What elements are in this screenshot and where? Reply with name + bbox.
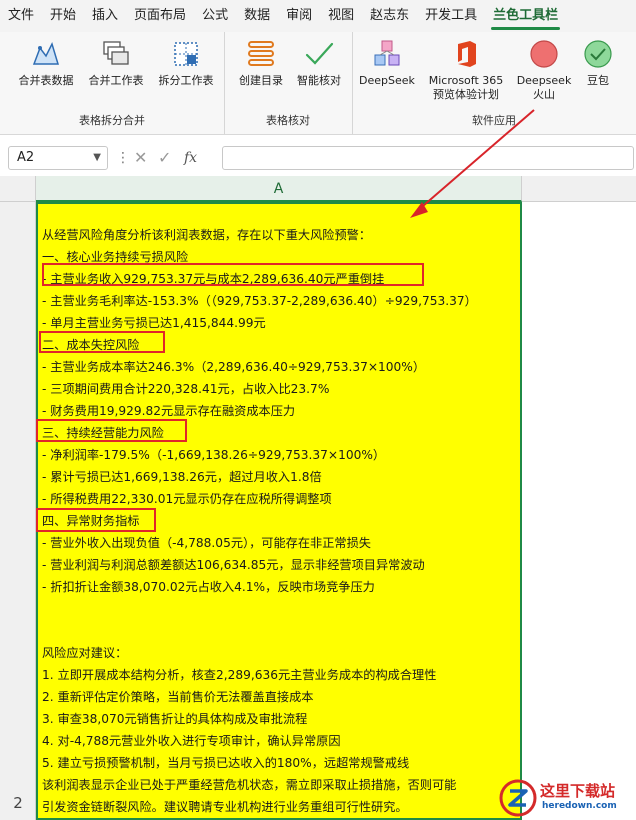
red-circle-icon xyxy=(530,40,558,68)
microsoft365-button[interactable]: Microsoft 365 预览体验计划 xyxy=(422,38,510,102)
cell-line: 2. 重新评估定价策略，当前售价无法覆盖直接成本 xyxy=(42,690,314,704)
deepseek-volcano-button[interactable]: Deepseek 火山 xyxy=(512,38,576,102)
watermark-logo-icon xyxy=(499,779,537,817)
office-logo-icon xyxy=(458,41,476,67)
menu-file[interactable]: 文件 xyxy=(0,0,42,32)
watermark-title: 这里下载站 xyxy=(540,782,616,800)
name-box[interactable]: A2 ▼ xyxy=(8,146,108,170)
cell-line: 5. 建立亏损预警机制，当月亏损已达收入的180%，远超常规警戒线 xyxy=(42,756,410,770)
cubes-icon xyxy=(374,40,400,66)
cell-line: 风险应对建议： xyxy=(42,646,128,660)
menu-page-layout[interactable]: 页面布局 xyxy=(126,0,194,32)
group-label-software: 软件应用 xyxy=(472,114,516,127)
ribbon: 合并表数据 合并工作表 拆分工作表 表格拆分合并 创建目录 智能核对 表格核对 … xyxy=(0,32,636,135)
menu-user[interactable]: 赵志东 xyxy=(362,0,417,32)
cell-line: 1. 立即开展成本结构分析，核查2,289,636元主营业务成本的构成合理性 xyxy=(42,668,437,682)
cell-line: - 累计亏损已达1,669,138.26元，超过月收入1.8倍 xyxy=(42,470,322,484)
group-label-split-merge: 表格拆分合并 xyxy=(79,114,145,127)
merge-table-data-button[interactable]: 合并表数据 xyxy=(14,38,78,88)
menu-view[interactable]: 视图 xyxy=(320,0,362,32)
split-sheet-button[interactable]: 拆分工作表 xyxy=(154,38,218,88)
group-software-apps: DeepSeek Microsoft 365 预览体验计划 Deepseek 火… xyxy=(352,32,636,134)
cell-line: - 营业外收入出现负值（-4,788.05元），可能存在非正常损失 xyxy=(42,536,371,550)
checkmark-icon xyxy=(305,42,334,65)
row-header-area: 2 xyxy=(0,202,36,820)
doubao-button[interactable]: 豆包 xyxy=(578,38,618,88)
merge-sheets-icon xyxy=(103,41,129,65)
group-label-check: 表格核对 xyxy=(266,114,310,127)
row-header-2[interactable]: 2 xyxy=(0,794,36,812)
green-check-circle-icon xyxy=(584,40,612,68)
preview-program-label: 预览体验计划 xyxy=(433,88,499,101)
smart-check-button[interactable]: 智能核对 xyxy=(290,38,348,88)
create-toc-label: 创建目录 xyxy=(239,74,283,87)
insert-function-button[interactable]: fx xyxy=(184,146,197,170)
cell-line: - 财务费用19,929.82元显示存在融资成本压力 xyxy=(42,404,296,418)
cell-line: 3. 审查38,070元销售折让的具体构成及审批流程 xyxy=(42,712,308,726)
menu-insert[interactable]: 插入 xyxy=(84,0,126,32)
select-all-corner[interactable] xyxy=(0,176,36,202)
column-header-area xyxy=(522,176,636,202)
highlight-box-going-concern xyxy=(36,419,187,442)
excel-window: 文件 开始 插入 页面布局 公式 数据 审阅 视图 赵志东 开发工具 兰色工具栏… xyxy=(0,0,636,820)
column-header-a[interactable]: A xyxy=(36,176,522,202)
cell-line: 该利润表显示企业已处于严重经营危机状态，需立即采取止损措施，否则可能 xyxy=(42,778,457,792)
watermark-subtitle: heredown.com xyxy=(542,801,617,811)
deepseek-label: DeepSeek xyxy=(359,74,415,87)
chevron-down-icon[interactable]: ▼ xyxy=(93,147,101,169)
deepseek-volcano-label: Deepseek xyxy=(516,74,572,87)
highlight-box-abnormal-indicators xyxy=(36,508,156,532)
deepseek-button[interactable]: DeepSeek xyxy=(356,38,418,88)
highlight-box-cost-risk xyxy=(39,331,165,353)
split-sheet-label: 拆分工作表 xyxy=(158,74,214,87)
highlight-box-revenue-cost xyxy=(42,263,424,286)
menu-formulas[interactable]: 公式 xyxy=(194,0,236,32)
group-table-split-merge: 合并表数据 合并工作表 拆分工作表 表格拆分合并 xyxy=(0,32,225,134)
menu-developer[interactable]: 开发工具 xyxy=(417,0,485,32)
create-toc-button[interactable]: 创建目录 xyxy=(232,38,290,88)
menu-data[interactable]: 数据 xyxy=(236,0,278,32)
cell-line: 4. 对-4,788元营业外收入进行专项审计，确认异常原因 xyxy=(42,734,341,748)
cell-line: - 三项期间费用合计220,328.41元，占收入比23.7% xyxy=(42,382,330,396)
volcano-label: 火山 xyxy=(533,88,555,101)
microsoft365-label: Microsoft 365 xyxy=(428,74,504,87)
cell-line: - 折扣折让金额38,070.02元占收入4.1%，反映市场竞争压力 xyxy=(42,580,375,594)
menu-home[interactable]: 开始 xyxy=(42,0,84,32)
cell-line: - 营业利润与利润总额差额达106,634.85元，显示非经营项目异常波动 xyxy=(42,558,425,572)
more-options-icon[interactable]: ⋮ xyxy=(116,146,130,170)
cell-line: 从经营风险角度分析该利润表数据，存在以下重大风险预警： xyxy=(42,228,372,242)
merge-table-data-label: 合并表数据 xyxy=(18,74,74,87)
formula-input[interactable] xyxy=(222,146,634,170)
merge-sheets-label: 合并工作表 xyxy=(88,74,144,87)
enter-check-icon[interactable]: ✓ xyxy=(158,146,171,170)
formula-bar: A2 ▼ ⋮ ✕ ✓ fx xyxy=(0,140,636,176)
menu-bar: 文件 开始 插入 页面布局 公式 数据 审阅 视图 赵志东 开发工具 兰色工具栏 xyxy=(0,0,636,32)
name-box-value: A2 xyxy=(17,150,35,165)
cell-line: - 净利润率-179.5%（-1,669,138.26÷929,753.37×1… xyxy=(42,448,386,462)
merge-data-icon xyxy=(32,41,60,65)
smart-check-label: 智能核对 xyxy=(297,74,341,87)
merge-sheets-button[interactable]: 合并工作表 xyxy=(84,38,148,88)
cancel-icon[interactable]: ✕ xyxy=(134,146,147,170)
doubao-label: 豆包 xyxy=(587,74,609,87)
split-sheet-icon xyxy=(174,42,198,66)
watermark: 这里下载站 heredown.com xyxy=(498,776,636,820)
cell-line: - 单月主营业务亏损已达1,415,844.99元 xyxy=(42,316,266,330)
menu-lanse-toolbar[interactable]: 兰色工具栏 xyxy=(485,0,566,32)
cell-line: - 主营业务成本率达246.3%（2,289,636.40÷929,753.37… xyxy=(42,360,426,374)
cell-line: - 所得税费用22,330.01元显示仍存在应税所得调整项 xyxy=(42,492,332,506)
cell-line: - 主营业务毛利率达-153.3%（（929,753.37-2,289,636.… xyxy=(42,294,477,308)
toc-icon xyxy=(248,41,274,66)
cell-line: 引发资金链断裂风险。建议聘请专业机构进行业务重组可行性研究。 xyxy=(42,800,408,814)
group-table-check: 创建目录 智能核对 表格核对 xyxy=(224,32,353,134)
menu-review[interactable]: 审阅 xyxy=(278,0,320,32)
